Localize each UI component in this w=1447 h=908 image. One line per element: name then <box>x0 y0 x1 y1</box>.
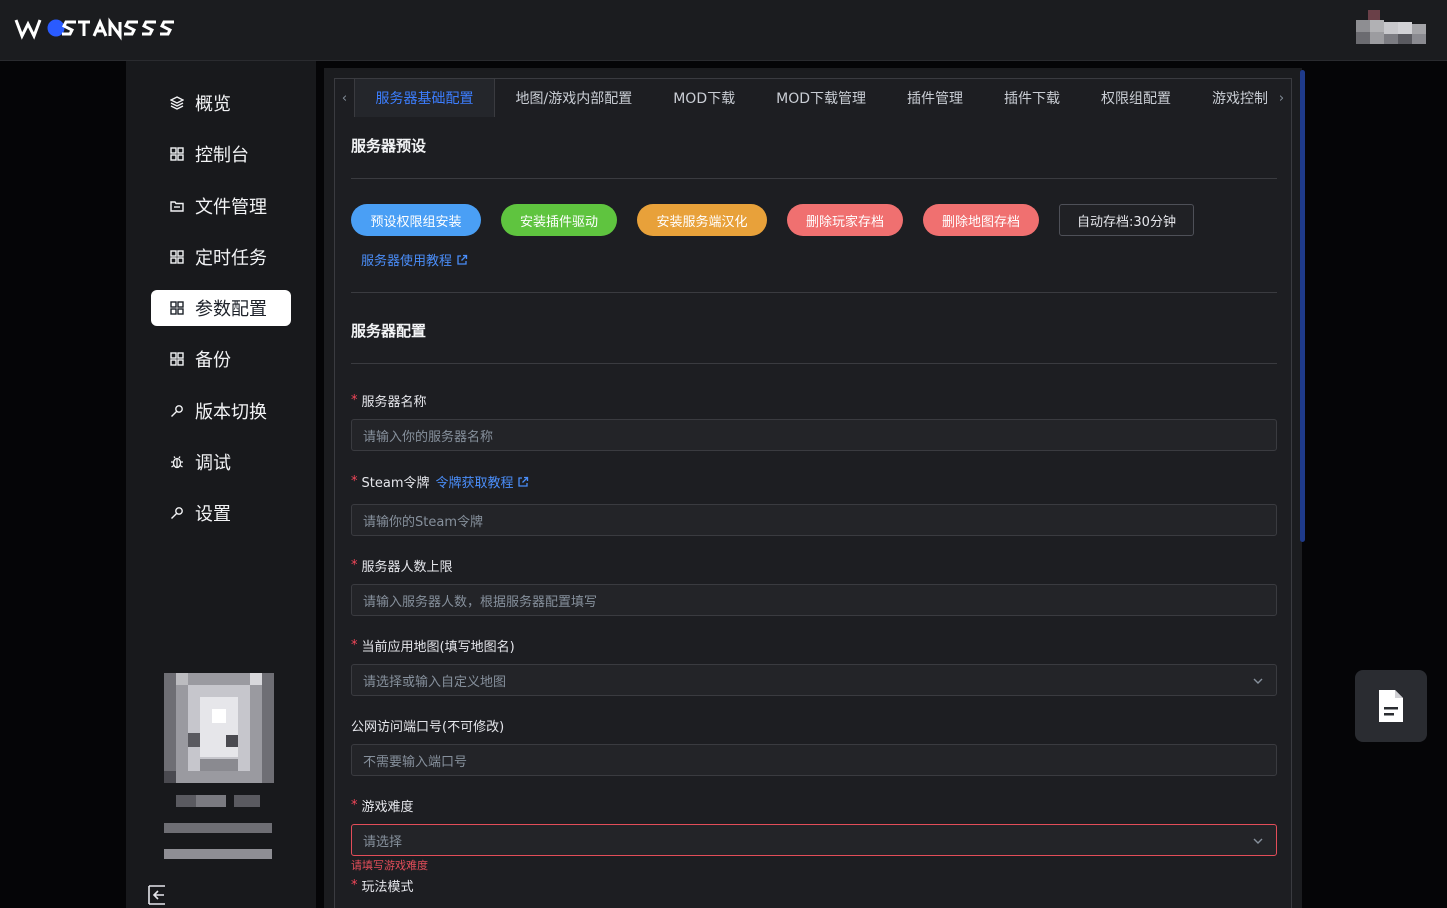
max-players-input[interactable]: 请输入服务器人数，根据服务器配置填写 <box>351 584 1277 616</box>
wrench-icon <box>169 403 185 419</box>
map-select[interactable]: 请选择或输入自定义地图 <box>351 664 1277 696</box>
layers-icon <box>169 95 185 111</box>
sidebar-item-overview[interactable]: 概览 <box>151 85 291 121</box>
port-label: 公网访问端口号(不可修改) <box>351 716 504 735</box>
top-bar <box>0 0 1447 61</box>
grid-icon <box>169 300 185 316</box>
folder-icon <box>169 198 185 214</box>
sidebar-item-settings[interactable]: 设置 <box>151 495 291 531</box>
tutorial-link-label: 服务器使用教程 <box>361 254 453 269</box>
sidebar-item-version[interactable]: 版本切换 <box>151 393 291 429</box>
sidebar-nav: 概览 控制台 文件管理 定时任务 参数配置 备份 版本切换 调试 设置 <box>151 85 291 547</box>
install-localization-button[interactable]: 安装服务端汉化 <box>637 204 767 236</box>
tab-server-basic[interactable]: 服务器基础配置 <box>354 79 495 117</box>
install-permission-preset-button[interactable]: 预设权限组安装 <box>351 204 481 236</box>
sidebar-item-label: 概览 <box>195 94 231 115</box>
server-name-label: * 服务器名称 <box>351 391 427 410</box>
server-name-input[interactable]: 请输入你的服务器名称 <box>351 419 1277 451</box>
sidebar-item-label: 版本切换 <box>195 401 267 423</box>
grid-icon <box>169 351 185 367</box>
sidebar-item-schedule[interactable]: 定时任务 <box>151 239 291 275</box>
delete-player-save-button[interactable]: 删除玩家存档 <box>787 204 903 236</box>
divider <box>351 292 1277 293</box>
sidebar-item-backup[interactable]: 备份 <box>151 341 291 377</box>
tab-map-game[interactable]: 地图/游戏内部配置 <box>495 79 653 117</box>
external-link-icon <box>517 476 528 487</box>
sidebar-item-label: 控制台 <box>195 145 249 167</box>
divider <box>351 178 1277 179</box>
sidebar-item-label: 设置 <box>195 504 231 526</box>
bug-icon <box>169 454 185 470</box>
tab-plugin-download[interactable]: 插件下载 <box>984 79 1081 117</box>
port-label-text: 公网访问端口号(不可修改) <box>351 720 505 735</box>
max-players-label: * 服务器人数上限 <box>351 556 453 575</box>
sidebar-item-debug[interactable]: 调试 <box>151 444 291 480</box>
config-tabs: ‹ 服务器基础配置 地图/游戏内部配置 MOD下载 MOD下载管理 插件管理 插… <box>334 78 1292 118</box>
tab-scroll-right-icon[interactable]: › <box>1272 79 1291 117</box>
document-button[interactable] <box>1355 670 1427 742</box>
token-tutorial-link[interactable]: 令牌获取教程 <box>435 472 513 491</box>
app-logo <box>14 17 174 41</box>
delete-map-save-button[interactable]: 删除地图存档 <box>923 204 1039 236</box>
max-players-label-text: 服务器人数上限 <box>361 560 453 575</box>
avatar[interactable] <box>164 673 274 873</box>
install-plugin-driver-button[interactable]: 安装插件驱动 <box>501 204 617 236</box>
required-mark: * <box>351 393 358 408</box>
sidebar-item-console[interactable]: 控制台 <box>151 136 291 172</box>
background-left <box>0 61 126 908</box>
document-icon <box>1379 690 1403 722</box>
collapse-left-icon[interactable] <box>146 884 168 906</box>
sidebar: 概览 控制台 文件管理 定时任务 参数配置 备份 版本切换 调试 设置 <box>126 61 316 908</box>
tutorial-link[interactable]: 服务器使用教程 <box>361 250 468 269</box>
required-mark: * <box>351 638 358 653</box>
tab-permission-group[interactable]: 权限组配置 <box>1081 79 1192 117</box>
required-mark: * <box>351 798 358 813</box>
required-mark: * <box>351 878 358 893</box>
config-title: 服务器配置 <box>351 322 427 340</box>
tab-plugin-manage[interactable]: 插件管理 <box>887 79 984 117</box>
tab-mod-manage[interactable]: MOD下载管理 <box>756 79 887 117</box>
chevron-down-icon <box>1253 678 1263 684</box>
tab-game-control[interactable]: 游戏控制 <box>1192 79 1273 117</box>
preset-title: 服务器预设 <box>351 137 427 155</box>
chevron-down-icon <box>1253 838 1263 844</box>
sidebar-item-params[interactable]: 参数配置 <box>151 290 291 327</box>
difficulty-select[interactable]: 请选择 <box>351 824 1277 856</box>
difficulty-label-text: 游戏难度 <box>361 800 414 815</box>
mode-label: * 玩法模式 <box>351 876 414 895</box>
steam-token-label-text: Steam令牌 <box>361 476 430 491</box>
user-avatar-top[interactable] <box>1356 10 1428 46</box>
port-input[interactable]: 不需要输入端口号 <box>351 744 1277 776</box>
difficulty-label: * 游戏难度 <box>351 796 414 815</box>
sidebar-item-label: 参数配置 <box>195 299 267 321</box>
required-mark: * <box>351 474 358 489</box>
map-label-text: 当前应用地图(填写地图名) <box>361 640 515 655</box>
required-mark: * <box>351 558 358 573</box>
tab-scroll-left-icon[interactable]: ‹ <box>335 79 354 117</box>
difficulty-select-placeholder: 请选择 <box>363 834 403 850</box>
sidebar-item-label: 文件管理 <box>195 196 267 218</box>
tab-mod-download[interactable]: MOD下载 <box>653 79 756 117</box>
difficulty-error: 请填写游戏难度 <box>351 859 428 872</box>
steam-token-input[interactable]: 请输你的Steam令牌 <box>351 504 1277 536</box>
server-name-label-text: 服务器名称 <box>361 395 427 410</box>
sidebar-item-files[interactable]: 文件管理 <box>151 188 291 224</box>
autosave-button[interactable]: 自动存档:30分钟 <box>1059 204 1194 236</box>
wrench-icon <box>169 505 185 521</box>
grid-icon <box>169 249 185 265</box>
steam-token-label: * Steam令牌 令牌获取教程 <box>351 472 529 491</box>
config-panel: 服务器预设 预设权限组安装 安装插件驱动 安装服务端汉化 删除玩家存档 删除地图… <box>334 117 1292 908</box>
divider <box>351 363 1277 364</box>
mode-label-text: 玩法模式 <box>361 880 414 895</box>
map-select-placeholder: 请选择或输入自定义地图 <box>363 674 507 690</box>
sidebar-item-label: 备份 <box>195 350 231 372</box>
grid-icon <box>169 146 185 162</box>
external-link-icon <box>457 254 468 265</box>
scrollbar[interactable] <box>1300 70 1305 542</box>
map-label: * 当前应用地图(填写地图名) <box>351 636 515 655</box>
sidebar-item-label: 调试 <box>195 453 231 475</box>
sidebar-item-label: 定时任务 <box>195 247 267 269</box>
